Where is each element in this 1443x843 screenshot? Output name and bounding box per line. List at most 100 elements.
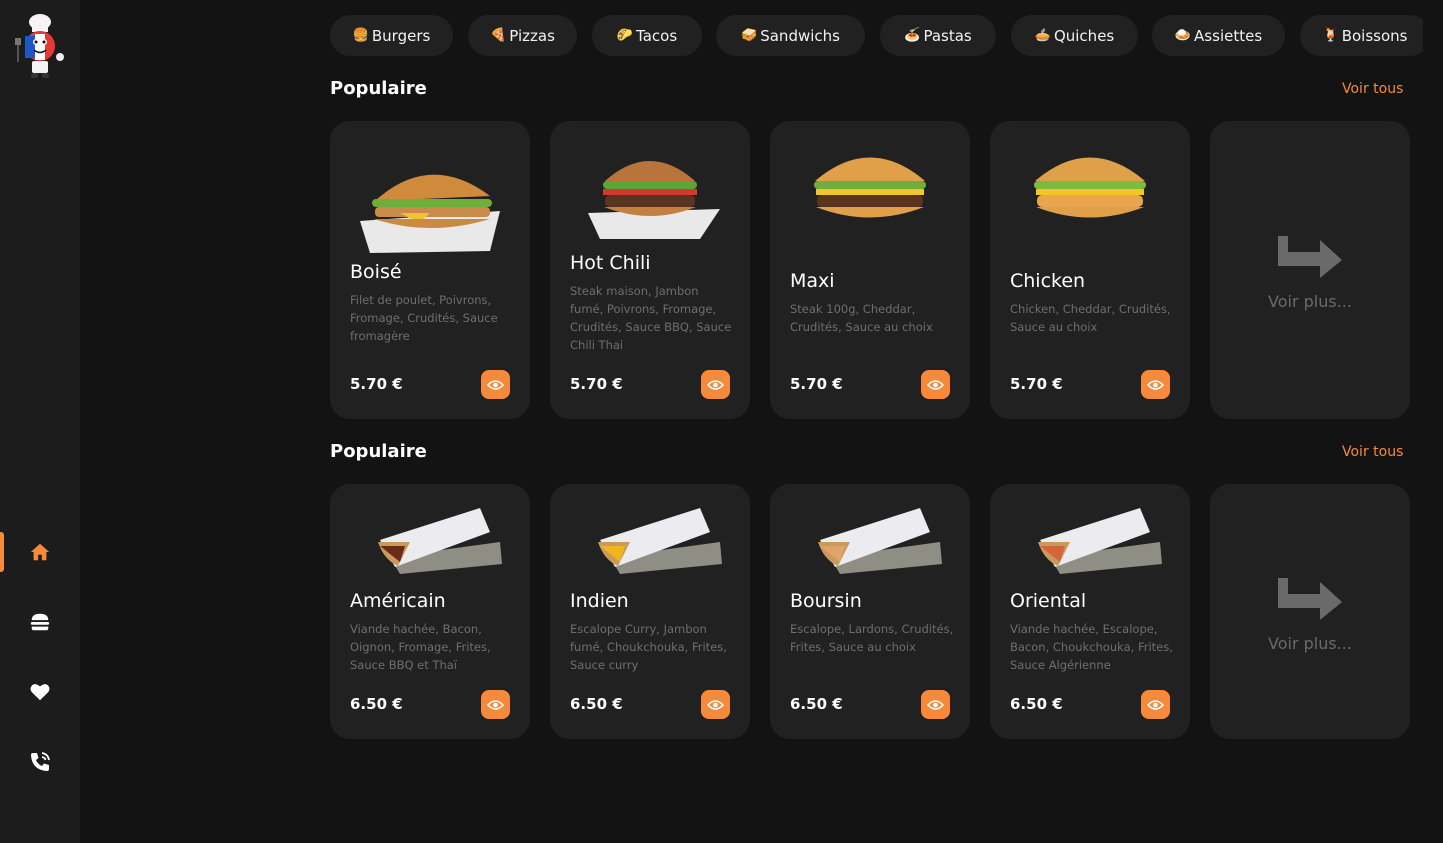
heart-icon xyxy=(30,684,50,701)
eye-icon xyxy=(1147,379,1164,390)
product-price: 5.70 € xyxy=(790,375,843,393)
eye-icon xyxy=(927,699,944,710)
category-boissons[interactable]: 🍹 Boissons xyxy=(1300,15,1423,56)
category-label: Pizzas xyxy=(509,26,555,45)
product-price: 5.70 € xyxy=(570,375,623,393)
eye-icon xyxy=(487,699,504,710)
product-card[interactable]: Maxi Steak 100g, Cheddar, Crudités, Sauc… xyxy=(770,121,970,419)
product-price: 6.50 € xyxy=(1010,695,1063,713)
phone-icon xyxy=(31,752,50,771)
category-label: Boissons xyxy=(1341,26,1408,45)
product-card[interactable]: Chicken Chicken, Cheddar, Crudités, Sauc… xyxy=(990,121,1190,419)
product-card[interactable]: Indien Escalope Curry, Jambon fumé, Chou… xyxy=(550,484,750,739)
product-price: 6.50 € xyxy=(790,695,843,713)
burger-image xyxy=(1034,157,1146,218)
product-name: Américain xyxy=(350,590,446,612)
product-description: Viande hachée, Bacon, Oignon, Fromage, F… xyxy=(350,622,491,672)
nav-home[interactable] xyxy=(0,532,80,572)
product-name: Boisé xyxy=(350,261,402,283)
view-button[interactable] xyxy=(1141,690,1170,719)
burger-icon xyxy=(30,613,50,631)
category-label: Pastas xyxy=(923,26,972,45)
taco-emoji-icon: 🌮 xyxy=(616,28,634,43)
view-button[interactable] xyxy=(1141,370,1170,399)
product-price: 6.50 € xyxy=(350,695,403,713)
view-button[interactable] xyxy=(701,690,730,719)
product-name: Hot Chili xyxy=(570,252,651,274)
product-price: 5.70 € xyxy=(350,375,403,393)
tacos-image xyxy=(378,508,502,574)
product-name: Boursin xyxy=(790,590,862,612)
category-label: Tacos xyxy=(636,26,678,45)
eye-icon xyxy=(707,699,724,710)
see-more-card[interactable]: Voir plus... xyxy=(1210,121,1410,419)
view-button[interactable] xyxy=(921,690,950,719)
product-description: Steak maison, Jambon fumé, Poivrons, Fro… xyxy=(570,284,732,352)
drink-emoji-icon: 🍹 xyxy=(1322,28,1339,43)
product-card[interactable]: Boisé Filet de poulet, Poivrons, Fromage… xyxy=(330,121,530,419)
nav-favorites[interactable] xyxy=(0,672,80,712)
tacos-image xyxy=(818,508,942,574)
product-name: Maxi xyxy=(790,270,835,292)
category-label: Assiettes xyxy=(1194,26,1263,45)
burger-image xyxy=(588,161,720,239)
burger-image xyxy=(360,174,500,253)
category-label: Quiches xyxy=(1053,26,1115,45)
product-card[interactable]: Américain Viande hachée, Bacon, Oignon, … xyxy=(330,484,530,739)
product-price: 6.50 € xyxy=(570,695,623,713)
category-sandwichs[interactable]: 🥪 Sandwichs xyxy=(716,15,865,56)
product-card[interactable]: Oriental Viande hachée, Escalope, Bacon,… xyxy=(990,484,1190,739)
category-quiches[interactable]: 🥧 Quiches xyxy=(1011,15,1138,56)
category-burgers[interactable]: 🍔 Burgers xyxy=(330,15,453,56)
category-assiettes[interactable]: 🍛 Assiettes xyxy=(1152,15,1285,56)
category-label: Sandwichs xyxy=(760,26,840,45)
chef-logo[interactable] xyxy=(12,12,68,84)
see-more-card[interactable]: Voir plus... xyxy=(1210,484,1410,739)
category-tacos[interactable]: 🌮 Tacos xyxy=(592,15,702,56)
view-button[interactable] xyxy=(481,690,510,719)
plate-emoji-icon: 🍛 xyxy=(1174,28,1192,43)
burger-emoji-icon: 🍔 xyxy=(352,28,369,43)
category-bar: 🍔 Burgers 🍕 Pizzas 🌮 Tacos 🥪 Sandwichs 🍝 Past… xyxy=(330,15,1423,57)
product-description: Chicken, Cheddar, Crudités, Sauce au cho… xyxy=(1010,302,1171,334)
pasta-emoji-icon: 🍝 xyxy=(904,28,921,43)
section-title: Populaire xyxy=(330,441,427,462)
eye-icon xyxy=(927,379,944,390)
sandwich-emoji-icon: 🥪 xyxy=(741,28,758,43)
product-card[interactable]: Hot Chili Steak maison, Jambon fumé, Poi… xyxy=(550,121,750,419)
product-price: 5.70 € xyxy=(1010,375,1063,393)
nav-contact[interactable] xyxy=(0,742,80,782)
sidebar xyxy=(0,0,80,843)
see-more-label: Voir plus... xyxy=(1268,292,1352,311)
product-card[interactable]: Boursin Escalope, Lardons, Crudités, Fri… xyxy=(770,484,970,739)
see-all-link[interactable]: Voir tous xyxy=(1342,444,1403,460)
home-icon xyxy=(30,543,50,561)
category-label: Burgers xyxy=(371,26,431,45)
see-more-label: Voir plus... xyxy=(1268,634,1352,653)
view-button[interactable] xyxy=(921,370,950,399)
view-button[interactable] xyxy=(701,370,730,399)
product-description: Escalope, Lardons, Crudités, Frites, Sau… xyxy=(790,622,954,654)
eye-icon xyxy=(487,379,504,390)
product-description: Escalope Curry, Jambon fumé, Choukchouka… xyxy=(570,622,727,672)
eye-icon xyxy=(1147,699,1164,710)
category-pastas[interactable]: 🍝 Pastas xyxy=(880,15,996,56)
product-name: Indien xyxy=(570,590,629,612)
arrow-right-icon xyxy=(1278,578,1342,620)
section-title: Populaire xyxy=(330,78,427,99)
nav-burger[interactable] xyxy=(0,602,80,642)
category-pizzas[interactable]: 🍕 Pizzas xyxy=(468,15,577,56)
product-name: Chicken xyxy=(1010,270,1086,292)
eye-icon xyxy=(707,379,724,390)
product-description: Viande hachée, Escalope, Bacon, Choukcho… xyxy=(1010,622,1173,672)
burger-image xyxy=(814,157,926,218)
product-description: Filet de poulet, Poivrons, Fromage, Crud… xyxy=(350,293,498,343)
arrow-right-icon xyxy=(1278,236,1342,278)
product-description: Steak 100g, Cheddar, Crudités, Sauce au … xyxy=(790,302,933,334)
tacos-image xyxy=(1038,508,1162,574)
see-all-link[interactable]: Voir tous xyxy=(1342,81,1403,97)
view-button[interactable] xyxy=(481,370,510,399)
product-name: Oriental xyxy=(1010,590,1087,612)
tacos-image xyxy=(598,508,722,574)
pizza-emoji-icon: 🍕 xyxy=(490,28,507,43)
